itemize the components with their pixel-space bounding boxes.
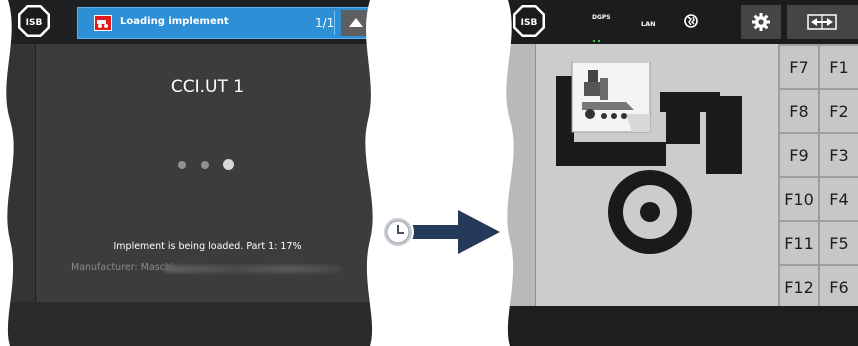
globe-icon bbox=[684, 14, 698, 28]
transition-arrow bbox=[380, 205, 504, 265]
wave-edge-left bbox=[500, 0, 514, 346]
isb-label: ISB bbox=[26, 18, 43, 28]
implement-thumbnail bbox=[571, 62, 651, 133]
divider bbox=[334, 11, 335, 35]
clock-icon bbox=[382, 216, 414, 248]
manufacturer-label: Manufacturer: Maschi bbox=[71, 262, 174, 273]
loading-content: CCI.UT 1 Implement is being loaded. Part… bbox=[35, 44, 380, 302]
swap-screens-icon bbox=[807, 14, 837, 30]
loading-screen: ISB Loading implement 1/1 CCI.UT 1 Imple… bbox=[0, 0, 380, 346]
divider bbox=[535, 44, 536, 306]
softkey-f9[interactable]: F9 bbox=[780, 134, 818, 176]
softkey-f1[interactable]: F1 bbox=[820, 46, 858, 88]
implement-graphic[interactable] bbox=[556, 62, 766, 262]
isb-label: ISB bbox=[521, 18, 538, 28]
loading-status: Implement is being loaded. Part 1: 17% bbox=[113, 241, 302, 252]
manufacturer-redacted bbox=[164, 265, 342, 273]
function-keys: F7 F8 F9 F10 F11 F12 F1 F2 F3 F4 F5 F6 bbox=[778, 44, 858, 308]
dgps-status: DGPS bbox=[592, 14, 611, 21]
title-text: Loading implement bbox=[120, 16, 229, 27]
softkey-f11[interactable]: F11 bbox=[780, 222, 818, 264]
softkey-f7[interactable]: F7 bbox=[780, 46, 818, 88]
softkey-f5[interactable]: F5 bbox=[820, 222, 858, 264]
dgps-signal-indicator bbox=[593, 27, 607, 61]
gear-icon bbox=[752, 13, 770, 31]
implement-icon bbox=[94, 15, 112, 31]
bottom-bar bbox=[500, 306, 858, 346]
wave-edge-right bbox=[365, 0, 380, 346]
loading-dot bbox=[201, 161, 209, 169]
loading-dot bbox=[178, 161, 186, 169]
divider bbox=[35, 44, 36, 302]
wave-edge-left bbox=[0, 0, 14, 346]
softkey-f4[interactable]: F4 bbox=[820, 178, 858, 220]
isb-button[interactable]: ISB bbox=[17, 4, 51, 38]
pager: 1/1 bbox=[315, 16, 335, 30]
softkey-f2[interactable]: F2 bbox=[820, 90, 858, 132]
ut-title: CCI.UT 1 bbox=[170, 77, 245, 97]
title-bar: Loading implement 1/1 bbox=[77, 7, 375, 39]
softkey-f6[interactable]: F6 bbox=[820, 266, 858, 308]
bottom-bar bbox=[0, 302, 380, 346]
lan-status: LAN bbox=[641, 20, 656, 28]
softkey-f12[interactable]: F12 bbox=[780, 266, 818, 308]
softkey-f10[interactable]: F10 bbox=[780, 178, 818, 220]
settings-button[interactable] bbox=[741, 5, 781, 39]
softkey-f3[interactable]: F3 bbox=[820, 134, 858, 176]
loading-dot-active bbox=[223, 159, 234, 170]
swap-screens-button[interactable] bbox=[787, 5, 858, 39]
softkey-f8[interactable]: F8 bbox=[780, 90, 818, 132]
implement-screen: ISB DGPS LAN F7 F8 F9 F10 F11 F12 F1 F2 … bbox=[500, 0, 858, 346]
